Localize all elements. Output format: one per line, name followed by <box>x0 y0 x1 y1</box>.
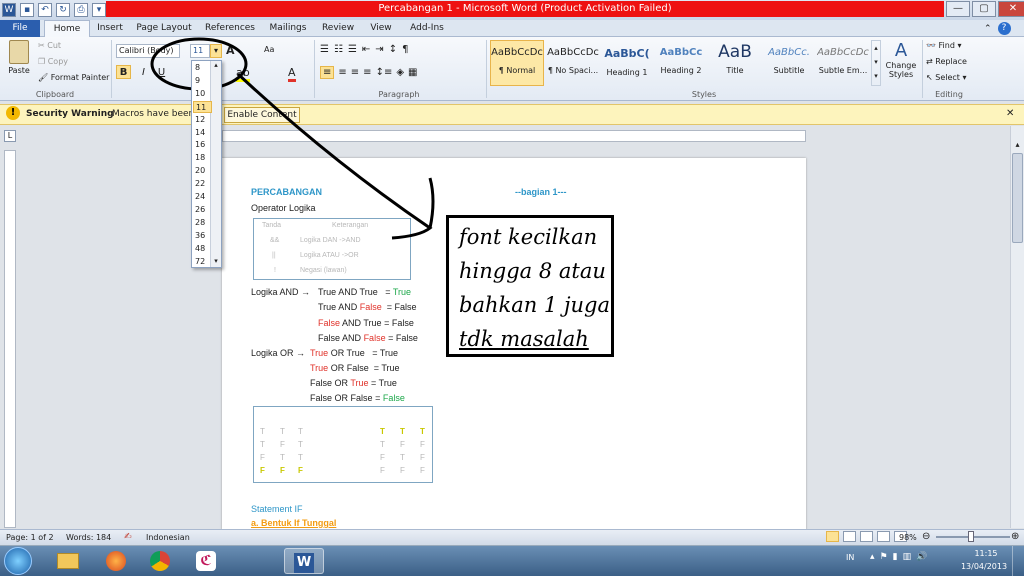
font-size-option-36[interactable]: 36 <box>193 230 212 242</box>
annotation-note: font kecilkan hingga 8 atau bahkan 1 jug… <box>446 215 614 357</box>
word-count[interactable]: Words: 184 <box>66 533 111 542</box>
scroll-up-icon[interactable]: ▴ <box>211 61 221 69</box>
font-size-option-18[interactable]: 18 <box>193 152 212 164</box>
note-line: tdk masalah <box>459 327 589 351</box>
font-size-option-72[interactable]: 72 <box>193 256 212 268</box>
arrow-head <box>428 177 435 229</box>
word-taskbar-icon[interactable]: W <box>284 548 324 574</box>
show-hidden-icons-icon[interactable]: ▴ <box>870 552 875 562</box>
start-button[interactable] <box>4 547 32 575</box>
note-line: hingga 8 atau <box>459 259 606 283</box>
note-line: font kecilkan <box>459 225 598 249</box>
font-size-option-14[interactable]: 14 <box>193 127 212 139</box>
zoom-slider-thumb[interactable] <box>968 531 974 542</box>
font-size-option-28[interactable]: 28 <box>193 217 212 229</box>
clock-date[interactable]: 13/04/2013 <box>958 562 1010 571</box>
font-size-option-10[interactable]: 10 <box>193 88 212 100</box>
full-screen-icon[interactable] <box>843 531 856 542</box>
volume-icon[interactable]: 🔊 <box>916 552 927 562</box>
font-size-option-26[interactable]: 26 <box>193 204 212 216</box>
font-size-option-16[interactable]: 16 <box>193 139 212 151</box>
font-size-option-24[interactable]: 24 <box>193 191 212 203</box>
note-line: bahkan 1 juga <box>459 293 610 317</box>
firefox-icon[interactable] <box>96 548 136 574</box>
print-layout-icon[interactable] <box>826 531 839 542</box>
scroll-down-icon[interactable]: ▾ <box>211 257 221 265</box>
annotation-arrow <box>236 72 433 240</box>
language-indicator[interactable]: Indonesian <box>146 533 190 542</box>
power-icon[interactable]: ▮ <box>893 552 898 562</box>
font-size-option-9[interactable]: 9 <box>193 75 212 87</box>
proofing-icon[interactable]: ✍ <box>124 532 132 542</box>
clock-time[interactable]: 11:15 <box>968 549 1004 558</box>
action-center-icon[interactable]: ⚑ <box>880 552 888 562</box>
font-size-option-8[interactable]: 8 <box>193 62 212 74</box>
font-size-option-11[interactable]: 11 <box>193 100 212 113</box>
page-count[interactable]: Page: 1 of 2 <box>6 533 54 542</box>
zoom-level[interactable]: 98% <box>899 533 917 542</box>
font-size-option-22[interactable]: 22 <box>193 178 212 190</box>
zoom-in-icon[interactable]: ⊕ <box>1011 531 1019 542</box>
app-c-icon[interactable]: ℭ <box>186 548 226 574</box>
language-bar[interactable]: IN <box>846 553 854 562</box>
web-layout-icon[interactable] <box>860 531 873 542</box>
outline-icon[interactable] <box>877 531 890 542</box>
network-icon[interactable]: ▥ <box>903 552 912 562</box>
system-tray: ▴ ⚑ ▮ ▥ 🔊 <box>870 552 927 562</box>
explorer-icon[interactable] <box>48 548 88 574</box>
chrome-icon[interactable] <box>140 548 180 574</box>
font-size-option-12[interactable]: 12 <box>193 114 212 126</box>
font-size-option-48[interactable]: 48 <box>193 243 212 255</box>
view-buttons <box>826 531 907 542</box>
zoom-out-icon[interactable]: ⊖ <box>922 531 930 542</box>
font-size-option-20[interactable]: 20 <box>193 165 212 177</box>
show-desktop-button[interactable] <box>1012 546 1024 576</box>
